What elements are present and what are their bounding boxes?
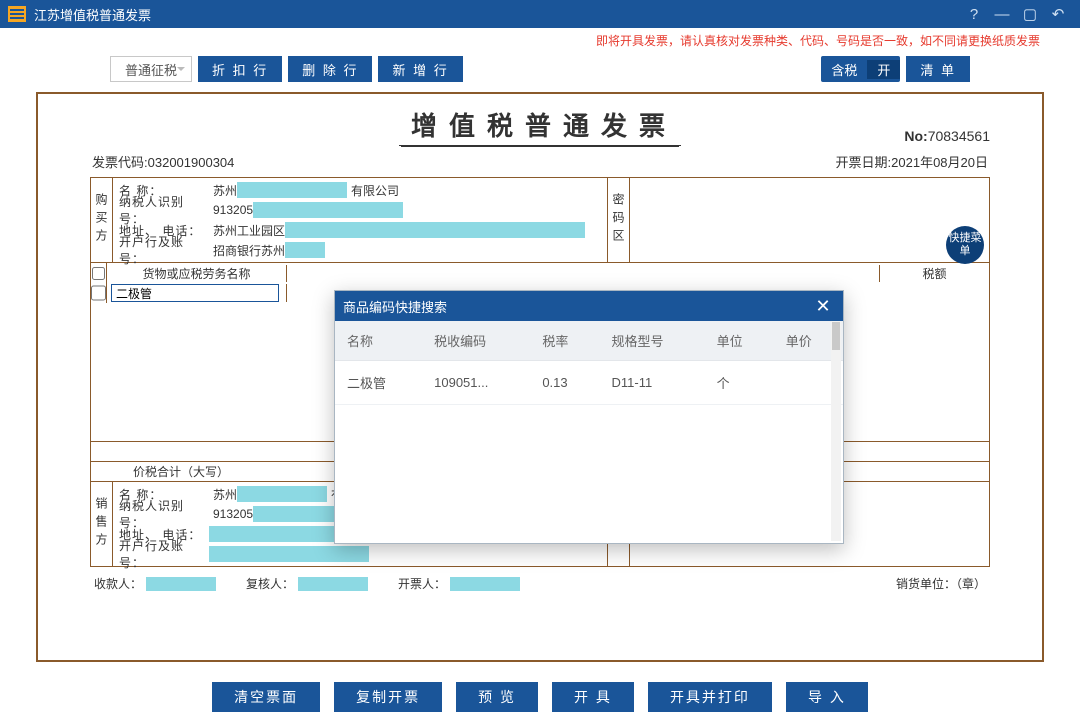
invoice-title: 增值税普通发票 [399, 106, 681, 146]
select-all-checkbox[interactable] [91, 263, 107, 283]
buyer-bank-field[interactable]: 开户行及账号： 招商银行苏州 [119, 240, 601, 260]
invoice-code: 发票代码:032001900304 [92, 152, 234, 171]
discount-row-button[interactable]: 折 扣 行 [198, 56, 282, 82]
help-icon[interactable]: ? [960, 6, 988, 23]
tax-mode-select[interactable]: 普通征税 [110, 56, 192, 82]
col-name: 名称 [335, 321, 422, 361]
seller-section-label: 销售方 [91, 482, 113, 566]
maximize-icon[interactable]: ▢ [1016, 5, 1044, 23]
action-bar: 清空票面 复制开票 预 览 开 具 开具并打印 导 入 [0, 682, 1080, 712]
titlebar: 江苏增值税普通发票 ? — ▢ ↶ [0, 0, 1080, 28]
col-rate: 税率 [530, 321, 599, 361]
row-checkbox[interactable] [91, 283, 107, 303]
issuer-field[interactable]: 开票人： [398, 575, 520, 592]
col-unit: 单位 [705, 321, 774, 361]
password-area-label: 密码区 [607, 178, 629, 262]
product-search-modal: 商品编码快捷搜索 ✕ 名称 税收编码 税率 规格型号 单位 单价 二极管 109… [334, 290, 844, 544]
col-tax: 税额 [879, 265, 989, 282]
reviewer-field[interactable]: 复核人： [246, 575, 368, 592]
add-row-button[interactable]: 新 增 行 [378, 56, 462, 82]
seller-stamp: 销货单位：（章） [896, 575, 986, 592]
back-icon[interactable]: ↶ [1044, 5, 1072, 23]
buyer-block: 购买方 名 称： 苏州 有限公司 纳税人识别号： 913205 [90, 177, 990, 263]
modal-title: 商品编码快捷搜索 [343, 297, 447, 316]
close-icon[interactable]: ✕ [811, 296, 835, 317]
col-spec: 规格型号 [599, 321, 704, 361]
window-title: 江苏增值税普通发票 [34, 5, 151, 24]
payee-field[interactable]: 收款人： [94, 575, 216, 592]
list-button[interactable]: 清 单 [906, 56, 970, 82]
issue-button[interactable]: 开 具 [552, 682, 634, 712]
preview-button[interactable]: 预 览 [456, 682, 538, 712]
buyer-taxid-field[interactable]: 纳税人识别号： 913205 [119, 200, 601, 220]
modal-scrollbar[interactable] [831, 321, 841, 541]
invoice-date: 开票日期:2021年08月20日 [836, 152, 988, 171]
copy-issue-button[interactable]: 复制开票 [334, 682, 442, 712]
signature-row: 收款人： 复核人： 开票人： 销货单位：（章） [90, 575, 990, 592]
quick-menu-button[interactable]: 快捷菜单 [946, 226, 984, 264]
import-button[interactable]: 导 入 [786, 682, 868, 712]
tax-inclusive-toggle[interactable]: 含税开 [821, 56, 900, 82]
app-logo-icon [8, 6, 26, 22]
issue-print-button[interactable]: 开具并打印 [648, 682, 772, 712]
delete-row-button[interactable]: 删 除 行 [288, 56, 372, 82]
buyer-section-label: 购买方 [91, 178, 113, 262]
product-result-table: 名称 税收编码 税率 规格型号 单位 单价 二极管 109051... 0.13… [335, 321, 843, 405]
goods-name-input[interactable] [111, 284, 279, 302]
warning-banner: 即将开具发票，请认真核对发票种类、代码、号码是否一致，如不同请更换纸质发票 [0, 28, 1080, 50]
minimize-icon[interactable]: — [988, 6, 1016, 23]
table-row[interactable]: 二极管 109051... 0.13 D11-11 个 [335, 361, 843, 405]
toolbar: 普通征税 折 扣 行 删 除 行 新 增 行 含税开 清 单 [0, 50, 1080, 92]
clear-button[interactable]: 清空票面 [212, 682, 320, 712]
col-code: 税收编码 [422, 321, 530, 361]
col-goods: 货物或应税劳务名称 [107, 265, 287, 282]
password-area [629, 178, 989, 262]
seller-bank-field[interactable]: 开户行及账号： [119, 544, 601, 564]
invoice-number: No:70834561 [904, 128, 990, 144]
